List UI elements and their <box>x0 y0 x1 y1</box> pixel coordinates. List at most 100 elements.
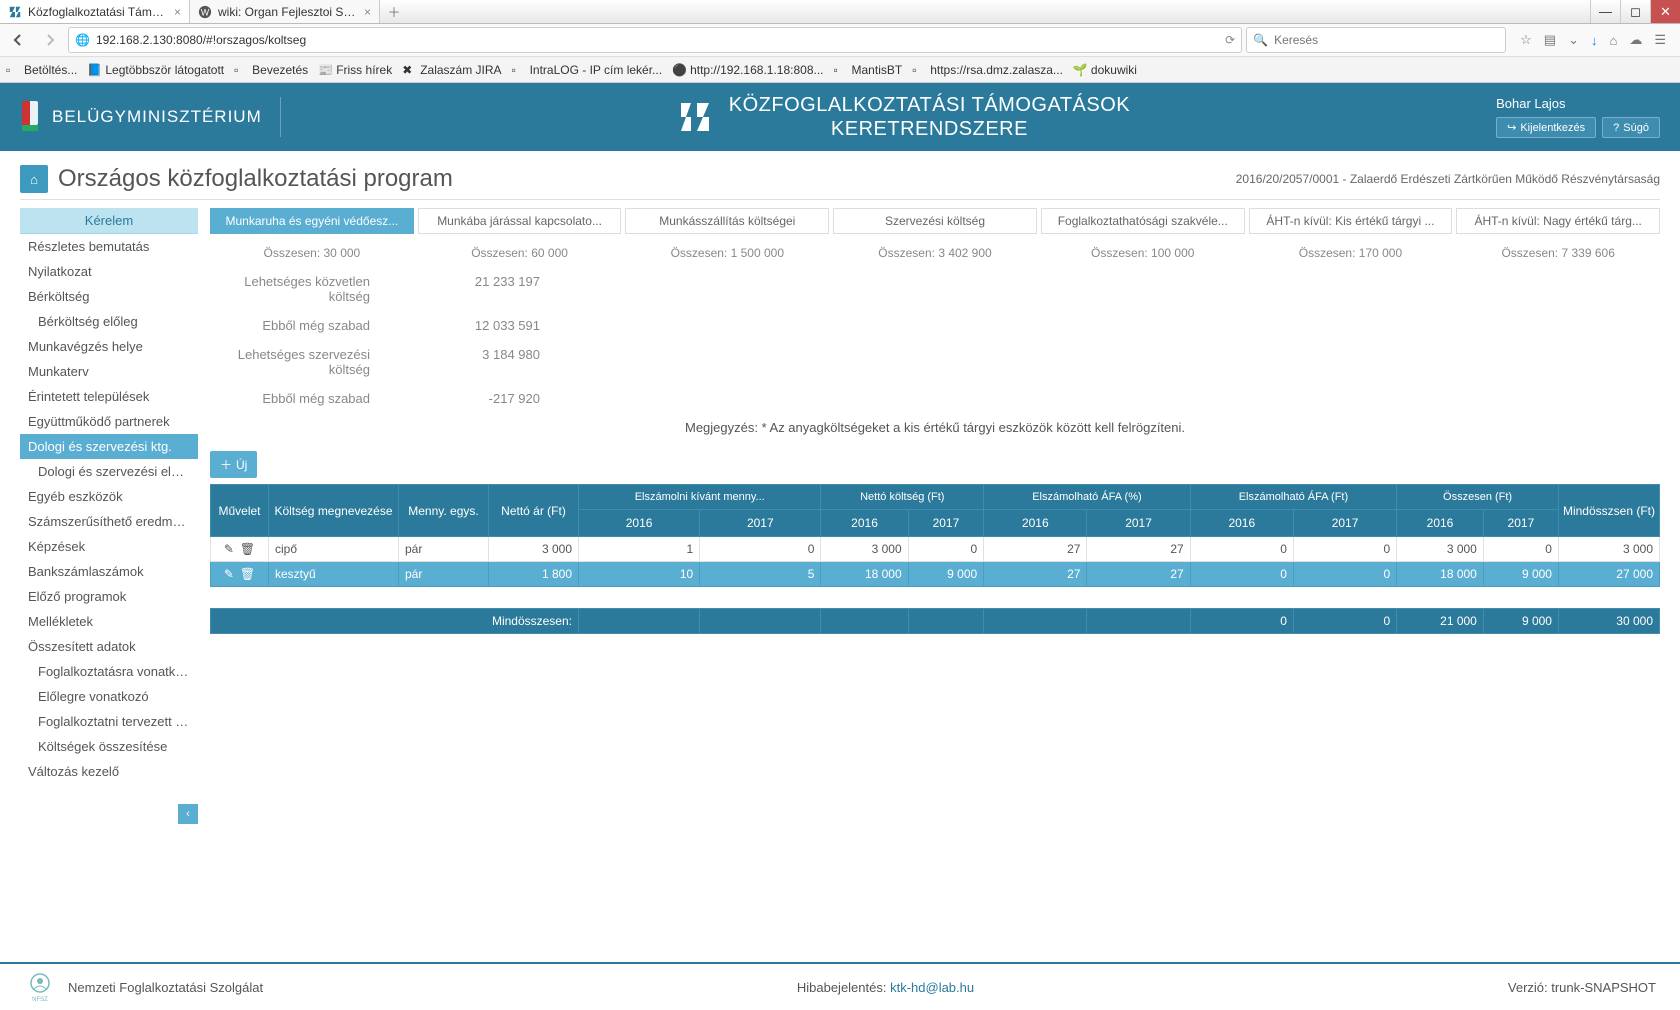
sidebar-item[interactable]: Képzések <box>20 534 198 559</box>
cost-tab[interactable]: ÁHT-n kívül: Nagy értékű tárg... <box>1456 208 1660 234</box>
stat-label: Ebből még szabad <box>210 391 400 406</box>
stat-label: Ebből még szabad <box>210 318 400 333</box>
chat-icon[interactable]: ☁ <box>1629 32 1642 48</box>
maximize-button[interactable]: ◻ <box>1620 0 1650 23</box>
sidebar-item[interactable]: Nyilatkozat <box>20 259 198 284</box>
sidebar-item[interactable]: Egyéb eszközök <box>20 484 198 509</box>
cost-tab[interactable]: Munkásszállítás költségei <box>625 208 829 234</box>
sidebar-item[interactable]: Mellékletek <box>20 609 198 634</box>
bookmark-item[interactable]: 📘Legtöbbször látogatott <box>87 63 224 77</box>
cost-tab[interactable]: Szervezési költség <box>833 208 1037 234</box>
sidebar-item[interactable]: Foglalkoztatni tervezett lét... <box>20 709 198 734</box>
edit-icon[interactable]: ✎ <box>224 542 234 556</box>
minimize-button[interactable]: — <box>1590 0 1620 23</box>
logout-button[interactable]: ↪Kijelentkezés <box>1496 117 1596 138</box>
window-titlebar: Közfoglalkoztatási Támog... × W wiki: Or… <box>0 0 1680 24</box>
table-row[interactable]: ✎🗑 cipő pár 3 000 10 3 0000 2727 00 3 00… <box>211 537 1660 562</box>
menu-icon[interactable]: ☰ <box>1654 32 1666 48</box>
cell: 0 <box>700 537 821 562</box>
tab-sum: Összesen: 3 402 900 <box>833 242 1037 264</box>
bookmark-item[interactable]: 🌱dokuwiki <box>1073 63 1137 77</box>
th-price: Nettó ár (Ft) <box>489 485 579 537</box>
help-icon: ? <box>1613 122 1619 134</box>
search-bar[interactable]: 🔍 <box>1246 27 1506 53</box>
download-icon[interactable]: ↓ <box>1591 33 1598 48</box>
sidebar-item[interactable]: Változás kezelő <box>20 759 198 784</box>
favicon-icon: W <box>198 5 212 19</box>
url-bar[interactable]: 🌐 ⟳ <box>68 27 1242 53</box>
cost-tab[interactable]: Munkaruha és egyéni védőesz... <box>210 208 414 234</box>
sidebar-item[interactable]: Dologi és szervezési előleg <box>20 459 198 484</box>
browser-tab-1[interactable]: Közfoglalkoztatási Támog... × <box>0 0 190 23</box>
cost-tab[interactable]: Munkába járással kapcsolato... <box>418 208 622 234</box>
sidebar-item-active[interactable]: Dologi és szervezési ktg. <box>20 434 198 459</box>
th-group-vat: Elszámolható ÁFA (Ft) <box>1190 485 1397 510</box>
th-group-net: Nettó költség (Ft) <box>821 485 984 510</box>
note-text: Megjegyzés: * Az anyagköltségeket a kis … <box>210 420 1660 435</box>
bookmark-item[interactable]: ⚫http://192.168.1.18:808... <box>672 63 823 77</box>
sidebar-item[interactable]: Érintetett települések <box>20 384 198 409</box>
total-cell: 21 000 <box>1397 609 1484 634</box>
delete-icon[interactable]: 🗑 <box>240 542 255 556</box>
sidebar-item[interactable]: Munkaterv <box>20 359 198 384</box>
total-cell: 30 000 <box>1558 609 1659 634</box>
cell: 18 000 <box>1397 562 1484 587</box>
bookmark-item[interactable]: ▫Betöltés... <box>6 63 77 77</box>
cost-tab[interactable]: ÁHT-n kívül: Kis értékű tárgyi ... <box>1249 208 1453 234</box>
bookmark-item[interactable]: ▫MantisBT <box>834 63 903 77</box>
cell: 0 <box>1293 537 1396 562</box>
sidebar-item[interactable]: Előlegre vonatkozó <box>20 684 198 709</box>
cell-unit: pár <box>399 562 489 587</box>
close-window-button[interactable]: ✕ <box>1650 0 1680 23</box>
globe-icon: 🌐 <box>75 33 90 47</box>
bookmarks-bar: ▫Betöltés... 📘Legtöbbször látogatott ▫Be… <box>0 57 1680 83</box>
sidebar-item[interactable]: Összesített adatok <box>20 634 198 659</box>
bookmark-star-icon[interactable]: ☆ <box>1520 32 1532 48</box>
ministry-brand: BELÜGYMINISZTÉRIUM <box>20 99 262 135</box>
delete-icon[interactable]: 🗑 <box>240 567 255 581</box>
cost-table: Művelet Költség megnevezése Menny. egys.… <box>210 484 1660 634</box>
sidebar-item[interactable]: Foglalkoztatásra vonatkozó <box>20 659 198 684</box>
refresh-icon[interactable]: ⟳ <box>1225 33 1235 47</box>
bug-prefix: Hibabejelentés: <box>797 980 890 995</box>
home-button[interactable]: ⌂ <box>20 165 48 193</box>
new-tab-button[interactable]: ＋ <box>380 0 408 23</box>
cost-tabs: Munkaruha és egyéni védőesz... Munkába j… <box>210 208 1660 234</box>
reader-icon[interactable]: ▤ <box>1544 32 1556 48</box>
sidebar-collapse-button[interactable]: ‹ <box>178 804 198 824</box>
edit-icon[interactable]: ✎ <box>224 567 234 581</box>
cost-tab[interactable]: Foglalkoztathatósági szakvéle... <box>1041 208 1245 234</box>
sidebar-item[interactable]: Bankszámlaszámok <box>20 559 198 584</box>
bug-email-link[interactable]: ktk-hd@lab.hu <box>890 980 974 995</box>
browser-tab-2[interactable]: W wiki: Organ Fejlesztoi Szer... × <box>190 0 380 23</box>
sidebar-item[interactable]: Bérköltség előleg <box>20 309 198 334</box>
sidebar-item[interactable]: Költségek összesítése <box>20 734 198 759</box>
sidebar-item[interactable]: Bérköltség <box>20 284 198 309</box>
table-row-selected[interactable]: ✎🗑 kesztyű pár 1 800 105 18 0009 000 272… <box>211 562 1660 587</box>
new-button[interactable]: ＋Új <box>210 451 257 478</box>
forward-button[interactable] <box>36 26 64 54</box>
bookmark-item[interactable]: ▫Bevezetés <box>234 63 308 77</box>
close-icon[interactable]: × <box>174 5 181 19</box>
bookmark-item[interactable]: ▫IntraLOG - IP cím lekér... <box>512 63 663 77</box>
total-label: Mindösszesen: <box>211 609 579 634</box>
bookmark-item[interactable]: ▫https://rsa.dmz.zalasza... <box>912 63 1063 77</box>
sidebar-item[interactable]: Részletes bemutatás <box>20 234 198 259</box>
pocket-icon[interactable]: ⌄ <box>1568 32 1579 48</box>
url-input[interactable] <box>96 33 1219 47</box>
search-input[interactable] <box>1274 33 1499 47</box>
crest-icon <box>20 99 40 135</box>
tab-sum: Összesen: 30 000 <box>210 242 414 264</box>
bookmark-item[interactable]: 📰Friss hírek <box>318 63 392 77</box>
sidebar-item[interactable]: Munkavégzés helye <box>20 334 198 359</box>
close-icon[interactable]: × <box>364 5 371 19</box>
browser-navbar: 🌐 ⟳ 🔍 ☆ ▤ ⌄ ↓ ⌂ ☁ ☰ <box>0 24 1680 57</box>
home-icon[interactable]: ⌂ <box>1609 33 1617 48</box>
sidebar-item[interactable]: Előző programok <box>20 584 198 609</box>
sidebar-item[interactable]: Számszerűsíthető eredmény... <box>20 509 198 534</box>
sidebar-item[interactable]: Együttműködő partnerek <box>20 409 198 434</box>
th-grand: Mindösszsen (Ft) <box>1558 485 1659 537</box>
help-button[interactable]: ?Súgó <box>1602 117 1660 138</box>
back-button[interactable] <box>4 26 32 54</box>
bookmark-item[interactable]: ✖Zalaszám JIRA <box>402 63 501 77</box>
